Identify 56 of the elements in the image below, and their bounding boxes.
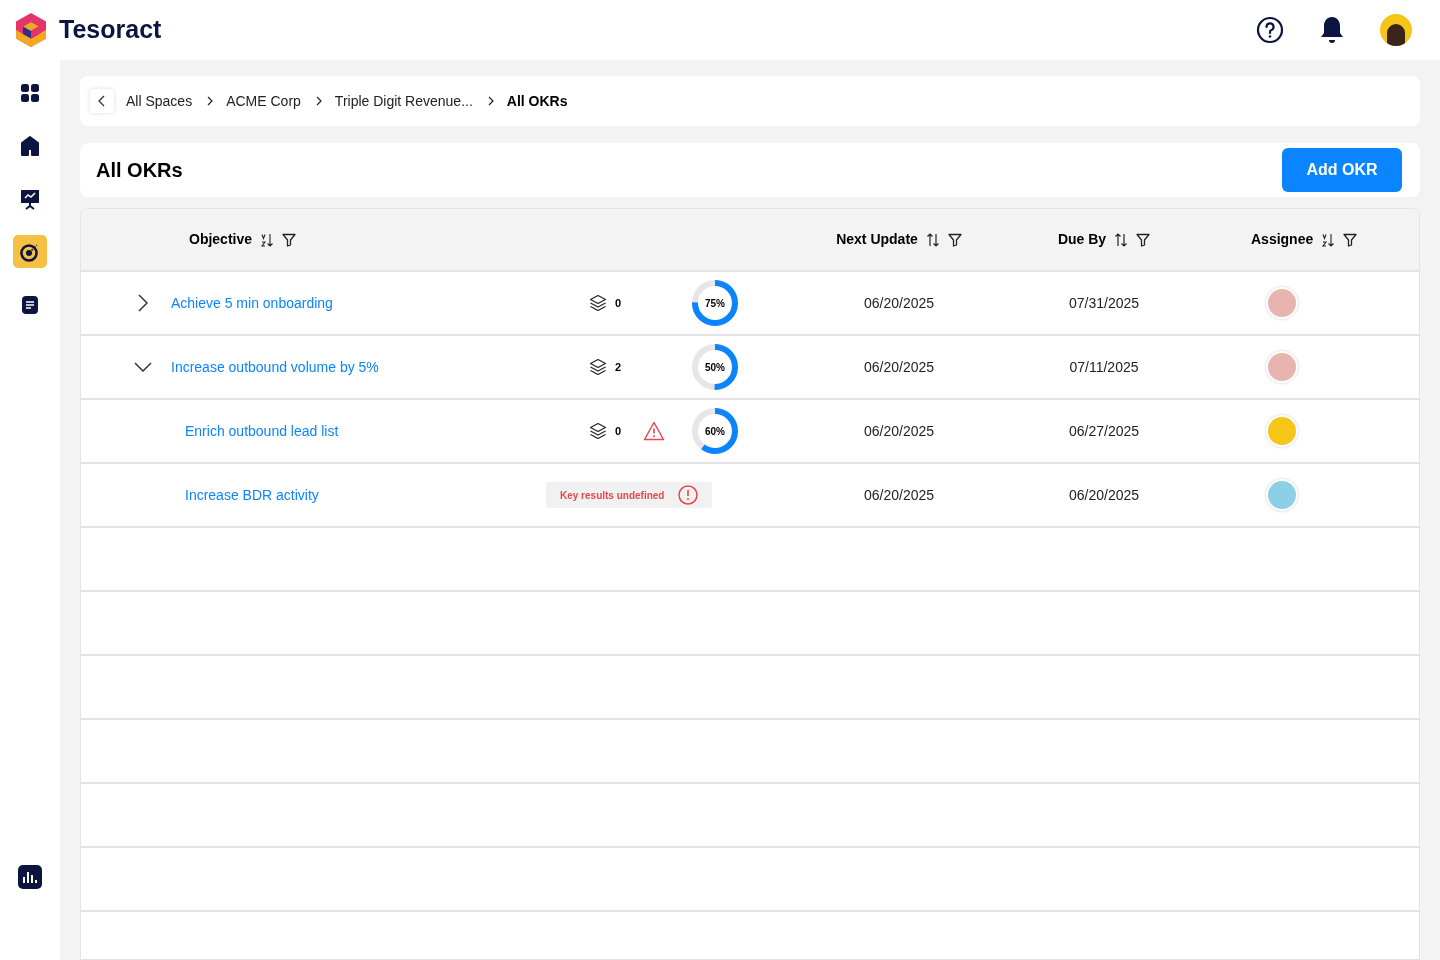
progress-donut: 75% bbox=[691, 279, 739, 327]
key-result-count: 0 bbox=[615, 295, 622, 311]
layers-icon bbox=[589, 294, 607, 312]
layers-icon bbox=[589, 422, 607, 440]
chevron-right-icon bbox=[314, 96, 323, 106]
objective-link[interactable]: Increase BDR activity bbox=[185, 484, 319, 506]
objective-link[interactable]: Achieve 5 min onboarding bbox=[171, 292, 333, 314]
document-icon bbox=[19, 293, 41, 316]
sidebar-item[interactable] bbox=[13, 235, 47, 268]
breadcrumb-link[interactable]: All Spaces bbox=[126, 90, 193, 112]
filter-icon[interactable] bbox=[1136, 232, 1151, 247]
chevron-left-icon bbox=[97, 95, 107, 107]
alert-icon bbox=[678, 485, 699, 505]
add-okr-button[interactable]: Add OKR bbox=[1282, 148, 1402, 192]
filter-icon[interactable] bbox=[282, 232, 297, 247]
column-header[interactable]: Next Update bbox=[836, 229, 918, 250]
breadcrumb-link[interactable]: Triple Digit Revenue... bbox=[334, 90, 473, 112]
sort-icon[interactable] bbox=[1114, 232, 1129, 247]
date-cell-text: 06/20/2025 bbox=[1068, 485, 1140, 505]
column-header[interactable]: Due By bbox=[1057, 229, 1107, 250]
date-cell-text: 07/11/2025 bbox=[1069, 357, 1139, 377]
progress-donut: 50% bbox=[691, 343, 739, 391]
breadcrumb-link[interactable]: ACME Corp bbox=[226, 90, 301, 112]
column-header[interactable]: Objective bbox=[189, 229, 253, 250]
date-cell-text: 07/31/2025 bbox=[1068, 293, 1140, 313]
date-cell-text: 06/20/2025 bbox=[863, 293, 935, 313]
objective-link[interactable]: Enrich outbound lead list bbox=[185, 420, 339, 442]
bell-icon[interactable] bbox=[1320, 16, 1344, 44]
brand-name: Tesoract bbox=[59, 14, 162, 46]
layers-icon bbox=[589, 358, 607, 376]
help-icon[interactable] bbox=[1256, 16, 1284, 44]
date-cell-text: 06/27/2025 bbox=[1068, 421, 1140, 441]
breadcrumb-link[interactable]: All OKRs bbox=[506, 90, 568, 112]
date-cell-text: 06/20/2025 bbox=[863, 421, 935, 441]
filter-icon[interactable] bbox=[1343, 232, 1358, 247]
column-header[interactable]: Assignee bbox=[1251, 229, 1314, 250]
sort-icon[interactable] bbox=[1321, 232, 1336, 247]
user-avatar[interactable] bbox=[1380, 14, 1412, 46]
sort-icon[interactable] bbox=[260, 232, 275, 247]
presentation-icon bbox=[19, 187, 41, 210]
home-icon bbox=[19, 134, 41, 157]
date-cell-text: 06/20/2025 bbox=[863, 357, 935, 377]
status-badge: Key results undefined bbox=[546, 482, 713, 508]
objective-link[interactable]: Increase outbound volume by 5% bbox=[171, 356, 379, 378]
grid-icon bbox=[19, 81, 41, 104]
filter-icon[interactable] bbox=[947, 232, 962, 247]
chevron-right-icon bbox=[486, 96, 495, 106]
key-result-count: 2 bbox=[615, 359, 622, 375]
progress-donut: 60% bbox=[691, 407, 739, 455]
chevron-right-icon bbox=[206, 96, 215, 106]
sort-icon[interactable] bbox=[925, 232, 940, 247]
logo-icon bbox=[16, 13, 46, 47]
page-title: All OKRs bbox=[96, 158, 183, 183]
date-cell-text: 06/20/2025 bbox=[863, 485, 935, 505]
bar-chart-icon[interactable] bbox=[17, 864, 43, 890]
key-result-count: 0 bbox=[615, 423, 622, 439]
